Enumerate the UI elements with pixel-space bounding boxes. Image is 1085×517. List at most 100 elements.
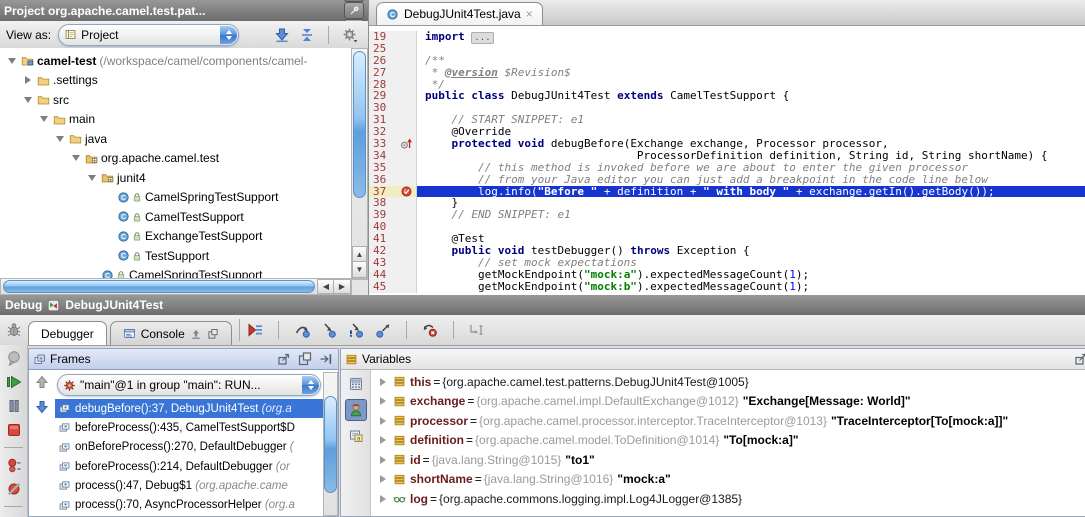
tree-item[interactable]: CTestSupport xyxy=(0,246,352,266)
gutter-cell[interactable] xyxy=(399,150,417,162)
code-line-27[interactable]: 27 * @version $Revision$ xyxy=(369,67,1085,79)
code-line-29[interactable]: 29public class DebugJUnit4Test extends C… xyxy=(369,90,1085,102)
calculator-icon[interactable] xyxy=(348,376,364,392)
tree-item[interactable]: main xyxy=(0,110,352,130)
stop-icon[interactable] xyxy=(6,422,22,438)
code-line-25[interactable]: 25 xyxy=(369,43,1085,55)
drop-frame-icon[interactable] xyxy=(422,322,438,338)
code-line-19[interactable]: 19import ... xyxy=(369,31,1085,43)
view-breakpoints-icon[interactable] xyxy=(6,457,22,473)
tab-debugger[interactable]: Debugger xyxy=(28,321,107,345)
expand-icon[interactable] xyxy=(380,436,386,444)
step-out-icon[interactable] xyxy=(375,322,391,338)
gutter-cell[interactable] xyxy=(399,67,417,79)
tree-expand-icon[interactable] xyxy=(24,97,32,103)
frames-scrollbar[interactable] xyxy=(323,372,338,516)
variable-row[interactable]: log = {org.apache.commons.logging.impl.L… xyxy=(371,489,1085,509)
project-horizontal-scrollbar[interactable]: ◀ ▶ xyxy=(0,278,352,295)
tree-item[interactable]: CExchangeTestSupport xyxy=(0,227,352,247)
gutter-cell[interactable] xyxy=(399,221,417,233)
gutter-cell[interactable] xyxy=(399,245,417,257)
expand-icon[interactable] xyxy=(380,378,386,386)
restore-mini-icon[interactable] xyxy=(276,351,292,367)
pin-button[interactable] xyxy=(344,2,364,19)
variable-row[interactable]: processor = {org.apache.camel.processor.… xyxy=(371,411,1085,431)
tree-item[interactable]: CCamelSpringTestSupport xyxy=(0,188,352,208)
gutter-cell[interactable] xyxy=(399,162,417,174)
editor-tab-active[interactable]: C DebugJUnit4Test.java × xyxy=(376,2,543,25)
variable-row[interactable]: definition = {org.apache.camel.model.ToD… xyxy=(371,431,1085,451)
expand-icon[interactable] xyxy=(380,495,386,503)
gutter-cell[interactable] xyxy=(399,186,417,198)
view-as-combobox[interactable]: Project xyxy=(58,24,239,46)
tree-expand-icon[interactable] xyxy=(72,155,80,161)
next-frame-icon[interactable] xyxy=(34,399,50,415)
gutter-cell[interactable] xyxy=(399,114,417,126)
horizontal-scrollbar-thumb[interactable] xyxy=(3,280,315,293)
vertical-scrollbar-thumb[interactable] xyxy=(353,51,366,198)
run-to-cursor-icon[interactable] xyxy=(469,322,485,338)
tree-item[interactable]: org.apache.camel.test xyxy=(0,149,352,169)
code-line-37[interactable]: 37 log.info("Before " + definition + " w… xyxy=(369,186,1085,198)
gutter-cell[interactable] xyxy=(399,197,417,209)
float-mini-icon[interactable] xyxy=(297,351,313,367)
tree-expand-icon[interactable] xyxy=(88,175,96,181)
variable-row[interactable]: this = {org.apache.camel.test.patterns.D… xyxy=(371,372,1085,392)
force-step-into-icon[interactable] xyxy=(348,322,364,338)
frame-row[interactable]: onBeforeProcess():270, DefaultDebugger ( xyxy=(55,438,323,457)
pause-icon[interactable] xyxy=(6,398,22,414)
frame-row[interactable]: beforeProcess():214, DefaultDebugger (or xyxy=(55,457,323,476)
gutter-cell[interactable] xyxy=(399,102,417,114)
variable-row[interactable]: exchange = {org.apache.camel.impl.Defaul… xyxy=(371,392,1085,412)
show-execution-point-icon[interactable] xyxy=(247,322,263,338)
variable-row[interactable]: id = {java.lang.String@1015}"to1" xyxy=(371,450,1085,470)
tree-item[interactable]: .settings xyxy=(0,71,352,91)
gutter-cell[interactable] xyxy=(399,209,417,221)
autoscroll-to-source-icon[interactable] xyxy=(274,27,290,43)
float-mini-icon[interactable] xyxy=(207,328,219,340)
tree-item[interactable]: CCamelSpringTestSupport xyxy=(0,266,352,280)
gutter-cell[interactable] xyxy=(399,43,417,55)
tree-item[interactable]: java xyxy=(0,129,352,149)
code-line-45[interactable]: 45 getMockEndpoint("mock:b").expectedMes… xyxy=(369,281,1085,293)
hide-mini-icon[interactable] xyxy=(318,351,334,367)
frame-row[interactable]: beforeProcess():435, CamelTestSupport$D xyxy=(55,418,323,437)
frame-row[interactable]: process():47, Debug$1 (org.apache.came xyxy=(55,476,323,495)
step-into-icon[interactable] xyxy=(321,322,337,338)
tree-item[interactable]: src xyxy=(0,90,352,110)
frame-row[interactable]: process():70, AsyncProcessorHelper (org.… xyxy=(55,495,323,514)
expand-icon[interactable] xyxy=(380,417,386,425)
step-over-icon[interactable] xyxy=(294,322,310,338)
gutter-cell[interactable] xyxy=(399,269,417,281)
rerun-bug-icon[interactable] xyxy=(6,322,22,338)
tree-item[interactable]: junit4 xyxy=(0,168,352,188)
tree-item[interactable]: CCamelTestSupport xyxy=(0,207,352,227)
collapse-expand-icon[interactable] xyxy=(299,27,315,43)
gutter-cell[interactable] xyxy=(399,233,417,245)
watches-person-icon[interactable] xyxy=(345,399,367,421)
auto-vars-icon[interactable]: a xyxy=(348,428,364,444)
balloon-icon[interactable] xyxy=(6,350,22,366)
combo-stepper-icon[interactable] xyxy=(220,26,237,44)
thread-combo-stepper-icon[interactable] xyxy=(302,376,319,394)
scroll-right-button[interactable]: ▶ xyxy=(333,279,351,294)
export-mini-icon[interactable] xyxy=(190,328,202,340)
mute-breakpoints-icon[interactable] xyxy=(6,481,22,497)
code-line-39[interactable]: 39 // END SNIPPET: e1 xyxy=(369,209,1085,221)
variable-row[interactable]: shortName = {java.lang.String@1016}"mock… xyxy=(371,470,1085,490)
settings-gear-icon[interactable] xyxy=(342,27,358,43)
thread-combobox[interactable]: "main"@1 in group "main": RUN... xyxy=(57,374,321,396)
tree-collapse-icon[interactable] xyxy=(25,76,31,84)
expand-icon[interactable] xyxy=(380,456,386,464)
tree-item[interactable]: camel-test (/workspace/camel/components/… xyxy=(0,51,352,71)
scroll-down-button[interactable]: ▼ xyxy=(352,261,367,278)
expand-icon[interactable] xyxy=(380,475,386,483)
expand-icon[interactable] xyxy=(380,397,386,405)
gutter-cell[interactable] xyxy=(399,257,417,269)
project-vertical-scrollbar[interactable]: ▲ ▼ xyxy=(351,48,368,279)
resume-icon[interactable] xyxy=(6,374,22,390)
frame-row[interactable]: debugBefore():37, DebugJUnit4Test (org.a xyxy=(55,399,323,418)
gutter-cell[interactable] xyxy=(399,138,417,150)
gutter-cell[interactable] xyxy=(399,79,417,91)
frames-scrollbar-thumb[interactable] xyxy=(324,396,337,493)
